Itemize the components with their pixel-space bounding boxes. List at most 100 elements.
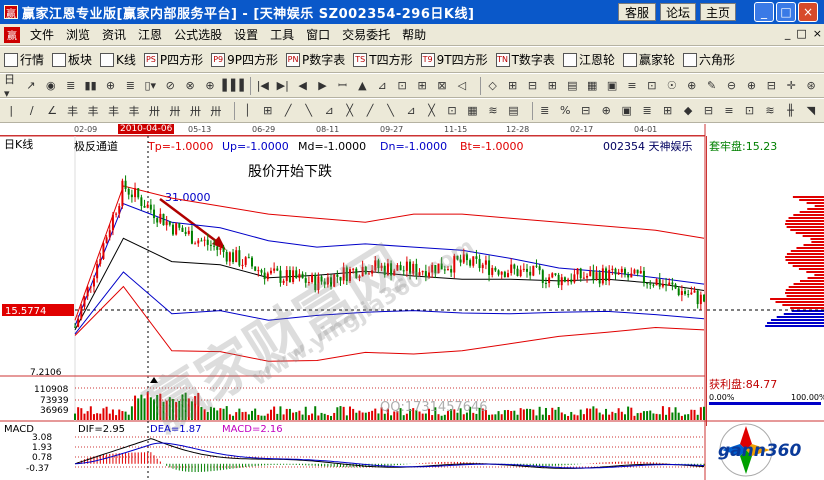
tool-icon-29[interactable]: ▣ — [605, 78, 619, 94]
tool-icon-38[interactable]: ✛ — [784, 78, 798, 94]
gann-tool-icon-0[interactable]: | — [4, 103, 18, 119]
tool-icon-36[interactable]: ⊕ — [744, 78, 758, 94]
tool-icon-37[interactable]: ⊟ — [764, 78, 778, 94]
customer-service-button[interactable]: 客服 — [618, 3, 656, 21]
tool-icon-8[interactable]: ⊘ — [163, 78, 177, 94]
mdi-close-icon[interactable]: × — [813, 27, 822, 40]
menu-trade[interactable]: 交易委托 — [336, 26, 396, 43]
tool-icon-35[interactable]: ⊖ — [725, 78, 739, 94]
gann-tool-icon-6[interactable]: 丰 — [127, 103, 141, 119]
maximize-icon[interactable]: □ — [776, 2, 796, 22]
menu-gann[interactable]: 江恩 — [132, 26, 168, 43]
tool-icon-17[interactable]: ▲ — [355, 78, 369, 94]
tool-icon-13[interactable]: ▶| — [276, 78, 290, 94]
menu-formula[interactable]: 公式选股 — [168, 26, 228, 43]
tool-icon-10[interactable]: ⊕ — [203, 78, 217, 94]
gann-tool-icon-21[interactable]: ⊡ — [445, 103, 459, 119]
gann-tool-icon-8[interactable]: 卅 — [168, 103, 182, 119]
tool-icon-30[interactable]: ≡ — [625, 78, 639, 94]
gann-tool-icon-5[interactable]: 丰 — [106, 103, 120, 119]
gann-tool-icon-33[interactable]: ⊟ — [701, 103, 715, 119]
tool-icon-22[interactable]: ◁ — [455, 78, 469, 94]
mdi-minimize-icon[interactable]: _ — [785, 27, 791, 40]
menu-browse[interactable]: 浏览 — [60, 26, 96, 43]
tool-icon-25[interactable]: ⊟ — [526, 78, 540, 94]
gann-tool-icon-4[interactable]: 丰 — [86, 103, 100, 119]
gann-tool-icon-9[interactable]: 卅 — [188, 103, 202, 119]
tool-icon-14[interactable]: ◀ — [296, 78, 310, 94]
gann-tool-icon-36[interactable]: ≋ — [763, 103, 777, 119]
tool-icon-33[interactable]: ⊕ — [685, 78, 699, 94]
tool-icon-34[interactable]: ✎ — [705, 78, 719, 94]
menu-file[interactable]: 文件 — [24, 26, 60, 43]
tool-icon-31[interactable]: ⊡ — [645, 78, 659, 94]
tool-icon-32[interactable]: ☉ — [665, 78, 679, 94]
tool-icon-21[interactable]: ⊠ — [435, 78, 449, 94]
tool-icon-5[interactable]: ⊕ — [104, 78, 118, 94]
tool-icon-11[interactable]: ▐▐▐ — [218, 78, 243, 94]
tool-icon-28[interactable]: ▦ — [585, 78, 599, 94]
tool-icon-9[interactable]: ⊗ — [183, 78, 197, 94]
tool-icon-19[interactable]: ⊡ — [395, 78, 409, 94]
gann-tool-icon-3[interactable]: 丰 — [65, 103, 79, 119]
gann-tool-icon-28[interactable]: ⊕ — [599, 103, 613, 119]
toolbar-item-11[interactable]: 六角形 — [682, 51, 735, 68]
tool-icon-23[interactable]: ◇ — [486, 78, 500, 94]
gann-tool-icon-12[interactable]: ⊞ — [261, 103, 275, 119]
gann-tool-icon-14[interactable]: ╲ — [301, 103, 315, 119]
menu-help[interactable]: 帮助 — [396, 26, 432, 43]
app-menu-icon[interactable]: 赢 — [4, 26, 20, 43]
gann-tool-icon-30[interactable]: ≣ — [640, 103, 654, 119]
tool-icon-18[interactable]: ⊿ — [375, 78, 389, 94]
menu-news[interactable]: 资讯 — [96, 26, 132, 43]
toolbar-item-7[interactable]: T9 9T四方形 — [420, 51, 488, 68]
kline-chart[interactable]: 日K线 极反通道 Tp=-1.0000 Up=-1.0000 Md=-1.000… — [0, 124, 824, 480]
gann-tool-icon-1[interactable]: ∕ — [24, 103, 38, 119]
gann-tool-icon-16[interactable]: ╳ — [342, 103, 356, 119]
toolbar-item-0[interactable]: 行情 — [4, 51, 44, 68]
gann-tool-icon-7[interactable]: 卅 — [147, 103, 161, 119]
gann-tool-icon-29[interactable]: ▣ — [619, 103, 633, 119]
tool-icon-39[interactable]: ⊛ — [804, 78, 818, 94]
tool-icon-12[interactable]: |◀ — [256, 78, 270, 94]
tool-icon-27[interactable]: ▤ — [565, 78, 579, 94]
toolbar-item-5[interactable]: PN P数字表 — [286, 51, 345, 68]
gann-tool-icon-20[interactable]: ╳ — [424, 103, 438, 119]
tool-icon-1[interactable]: ↗ — [24, 78, 38, 94]
tool-icon-6[interactable]: ≣ — [123, 78, 137, 94]
toolbar-item-4[interactable]: P9 9P四方形 — [211, 51, 278, 68]
toolbar-item-10[interactable]: 赢家轮 — [622, 51, 675, 68]
gann-tool-icon-25[interactable]: ≣ — [538, 103, 552, 119]
gann-tool-icon-22[interactable]: ▦ — [465, 103, 479, 119]
menu-window[interactable]: 窗口 — [300, 26, 336, 43]
tool-icon-26[interactable]: ⊞ — [545, 78, 559, 94]
toolbar-item-1[interactable]: 板块 — [52, 51, 92, 68]
gann-tool-icon-15[interactable]: ⊿ — [322, 103, 336, 119]
tool-icon-15[interactable]: ▶ — [316, 78, 330, 94]
gann-tool-icon-10[interactable]: 卅 — [209, 103, 223, 119]
gann-tool-icon-11[interactable]: │ — [240, 103, 254, 119]
toolbar-item-2[interactable]: K线 — [100, 51, 136, 68]
menu-tools[interactable]: 工具 — [264, 26, 300, 43]
gann-tool-icon-24[interactable]: ▤ — [506, 103, 520, 119]
tool-icon-3[interactable]: ≣ — [64, 78, 78, 94]
toolbar-item-8[interactable]: TN T数字表 — [495, 51, 555, 68]
tool-icon-24[interactable]: ⊞ — [506, 78, 520, 94]
gann-tool-icon-35[interactable]: ⊡ — [742, 103, 756, 119]
tool-icon-7[interactable]: ▯▾ — [143, 78, 157, 94]
mdi-restore-icon[interactable]: □ — [796, 27, 806, 40]
gann-tool-icon-26[interactable]: % — [558, 103, 572, 119]
forum-button[interactable]: 论坛 — [660, 3, 696, 21]
gann-tool-icon-32[interactable]: ◆ — [681, 103, 695, 119]
minimize-icon[interactable]: _ — [754, 2, 774, 22]
gann-tool-icon-23[interactable]: ≋ — [486, 103, 500, 119]
tool-icon-20[interactable]: ⊞ — [415, 78, 429, 94]
homepage-button[interactable]: 主页 — [700, 3, 736, 21]
gann-tool-icon-17[interactable]: ╱ — [363, 103, 377, 119]
gann-tool-icon-27[interactable]: ⊟ — [578, 103, 592, 119]
gann-tool-icon-2[interactable]: ∠ — [45, 103, 59, 119]
gann-tool-icon-31[interactable]: ⊞ — [660, 103, 674, 119]
tool-icon-0[interactable]: 日▾ — [4, 73, 18, 100]
gann-tool-icon-38[interactable]: ◥ — [804, 103, 818, 119]
toolbar-item-3[interactable]: PS P四方形 — [143, 51, 203, 68]
